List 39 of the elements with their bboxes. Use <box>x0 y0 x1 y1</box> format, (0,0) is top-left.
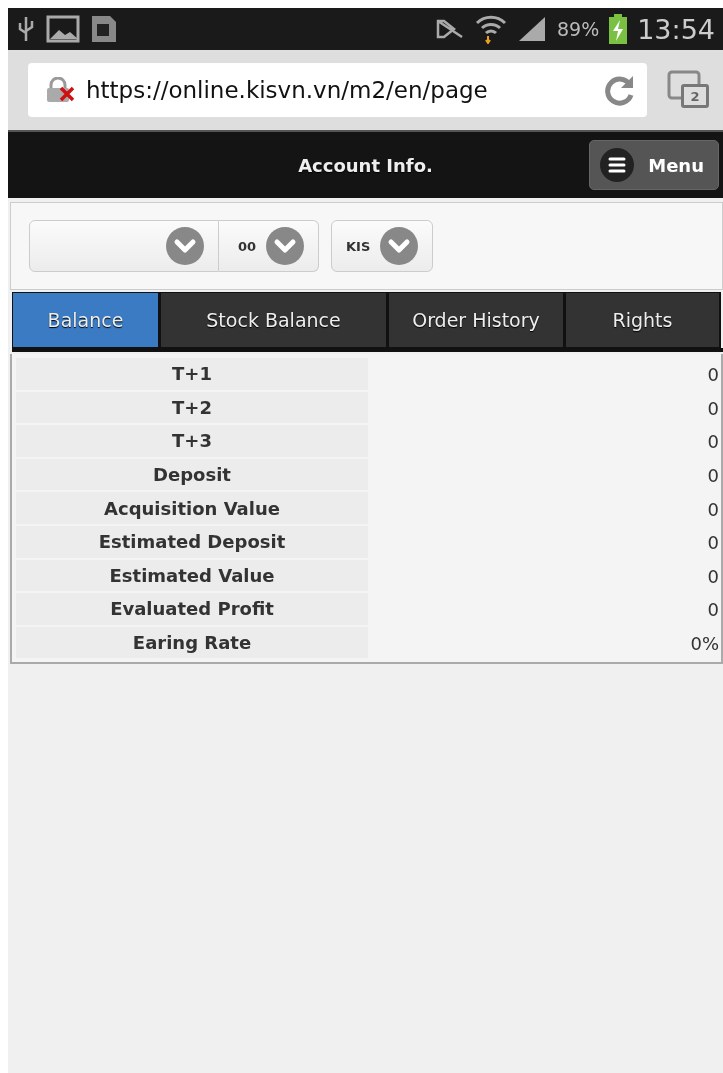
chevron-down-icon <box>266 227 304 265</box>
address-bar[interactable]: https://online.kisvn.vn/m2/en/page <box>28 63 647 117</box>
tab[interactable]: Rights <box>565 292 721 348</box>
row-label: Acquisition Value <box>16 492 368 526</box>
wifi-icon <box>474 14 507 44</box>
battery-charging-icon <box>609 14 628 44</box>
row-value: 0 <box>706 531 720 556</box>
row-value: 0 <box>706 396 720 421</box>
insecure-lock-icon <box>46 77 76 103</box>
dropdown-select[interactable] <box>29 220 219 272</box>
row-label: T+2 <box>16 391 368 426</box>
menu-icon <box>600 148 635 182</box>
row-value: 0% <box>689 632 720 657</box>
tab[interactable]: Balance <box>12 292 160 348</box>
tab[interactable]: Stock Balance <box>160 292 388 348</box>
battery-percentage: 89% <box>556 18 600 40</box>
row-value: 0 <box>706 497 720 522</box>
clock-time: 13:54 <box>637 13 715 45</box>
row-label: Estimated Deposit <box>16 525 368 560</box>
row-label: Earing Rate <box>16 626 368 661</box>
chevron-down-icon <box>166 227 204 265</box>
row-label: Evaluated Profit <box>16 593 368 627</box>
row-label: T+1 <box>16 358 368 392</box>
usb-icon <box>16 15 36 43</box>
page-title: Account Info. <box>298 154 433 176</box>
tab[interactable]: Order History <box>388 292 565 348</box>
row-value: 0 <box>706 464 720 489</box>
row-value: 0 <box>706 363 720 388</box>
dropdown-select[interactable]: KIS <box>331 220 434 272</box>
dropdown-select[interactable]: 00 <box>219 220 319 272</box>
row-value: 0 <box>706 564 720 589</box>
chevron-down-icon <box>380 227 419 265</box>
row-label: T+3 <box>16 425 368 459</box>
row-label: Deposit <box>16 458 368 493</box>
row-value: 0 <box>706 598 720 623</box>
image-icon <box>46 15 80 43</box>
row-label: Estimated Value <box>16 559 368 594</box>
menu-button[interactable]: Menu <box>589 140 719 190</box>
row-value: 0 <box>706 430 720 455</box>
